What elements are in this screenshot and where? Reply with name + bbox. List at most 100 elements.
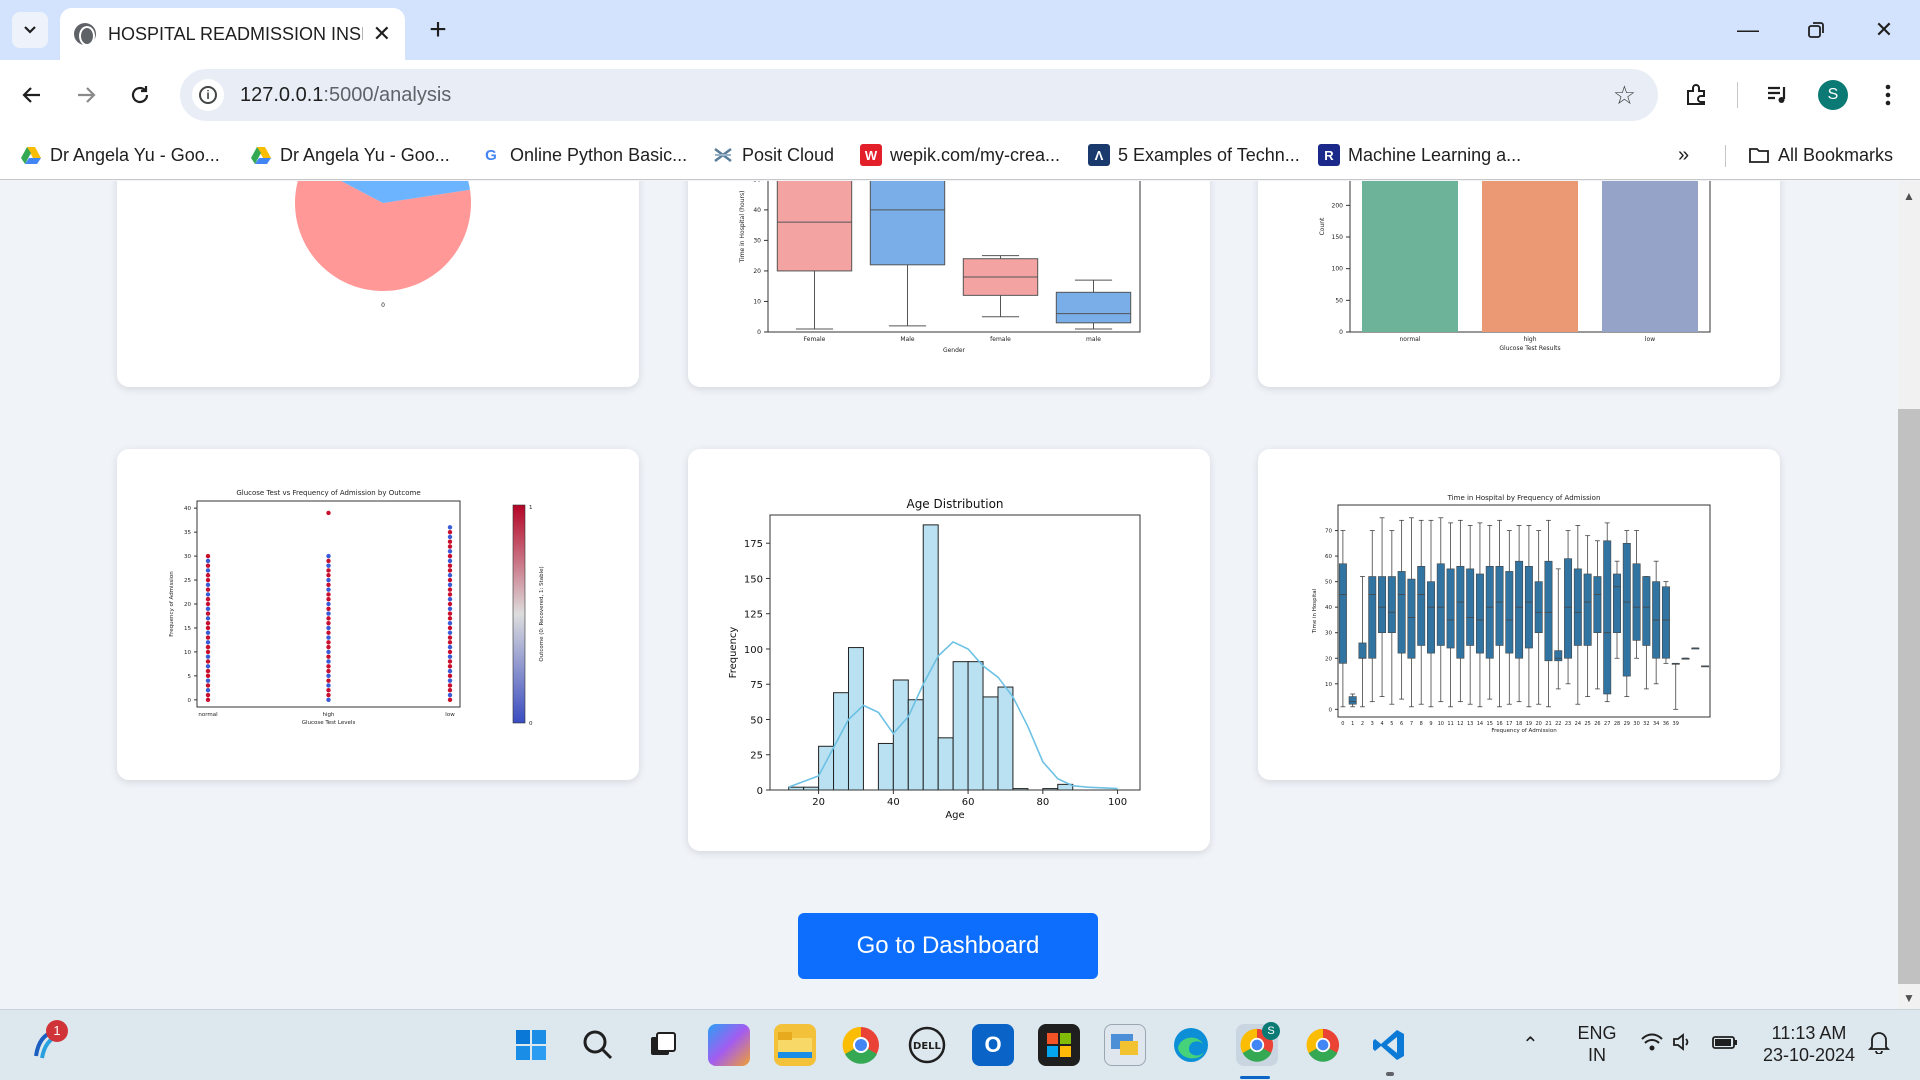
scatter-point (326, 673, 331, 679)
tab-search-button[interactable] (12, 12, 48, 48)
scatter-point (205, 640, 211, 645)
bookmark-item[interactable]: Posit Cloud (712, 140, 834, 170)
volume-icon[interactable] (1672, 1032, 1694, 1057)
dell-icon[interactable]: DELL (906, 1024, 948, 1066)
bookmark-item[interactable]: Dr Angela Yu - Goo... (250, 140, 450, 170)
y-tick-label: 50 (753, 181, 761, 183)
url-text[interactable]: 127.0.0.1:5000/analysis (240, 84, 451, 107)
time-frequency-boxplot: Time in Hospital by Frequency of Admissi… (1312, 494, 1711, 734)
chart-card-glucose-count: 050100150200250normalhighlowGlucose Test… (1258, 181, 1780, 387)
scatter-point (205, 644, 211, 650)
minimize-button[interactable]: — (1728, 10, 1768, 50)
y-tick-label: 30 (184, 554, 191, 560)
bookmark-item[interactable]: W wepik.com/my-crea... (860, 140, 1060, 170)
windows-taskbar: 1 DELL O S ⌃ ENG IN 11:13 AM 23-10-2024 (0, 1009, 1920, 1080)
x-tick-label: 24 (1575, 721, 1581, 727)
active-app-indicator (1240, 1076, 1270, 1079)
scroll-thumb[interactable] (1898, 409, 1920, 984)
scatter-point (447, 568, 453, 573)
forward-arrow-icon (78, 87, 96, 103)
vscode-icon[interactable] (1368, 1024, 1410, 1066)
search-icon[interactable] (577, 1024, 619, 1066)
bookmark-item[interactable]: G Online Python Basic... (480, 140, 687, 170)
x-tick-label: high (1523, 336, 1536, 343)
glucose-scatter-chart: Glucose Test vs Frequency of Admission b… (169, 489, 545, 727)
svg-text:DELL: DELL (913, 1041, 942, 1052)
remote-desktop-icon[interactable] (1104, 1024, 1146, 1066)
new-tab-button[interactable]: + (420, 12, 456, 48)
x-tick-label: 2 (1361, 721, 1364, 727)
x-tick-label: 3 (1371, 721, 1374, 727)
x-tick-label: 20 (812, 797, 825, 808)
x-tick-label: 27 (1604, 721, 1610, 727)
restore-button[interactable] (1796, 10, 1836, 50)
scroll-up-arrow[interactable]: ▲ (1898, 189, 1920, 203)
scatter-point (447, 534, 453, 540)
chrome-profile-t-icon[interactable] (1302, 1024, 1344, 1066)
task-view-icon[interactable] (642, 1024, 684, 1066)
chrome-icon[interactable] (840, 1024, 882, 1066)
gender-boxplot: 0 10 20 30 40 50 Female Male female male Gender Tim… (739, 181, 1141, 354)
notification-bell-icon[interactable] (1867, 1030, 1891, 1059)
battery-icon[interactable] (1712, 1032, 1738, 1057)
x-tick-label: 80 (1036, 797, 1049, 808)
scatter-point (205, 563, 211, 568)
bar (1362, 181, 1458, 332)
more-bookmarks-button[interactable]: » (1678, 140, 1689, 170)
copilot-icon[interactable] (708, 1024, 750, 1066)
histogram-bar (937, 737, 954, 791)
scatter-point (326, 606, 331, 611)
forward-button[interactable] (66, 75, 106, 115)
all-bookmarks-button[interactable]: All Bookmarks (1748, 140, 1893, 170)
scroll-down-arrow[interactable]: ▼ (1898, 991, 1920, 1005)
language-indicator[interactable]: ENG IN (1572, 1022, 1622, 1066)
microsoft-store-icon[interactable] (1038, 1024, 1080, 1066)
wifi-icon[interactable] (1640, 1032, 1664, 1057)
x-tick-label: low (445, 712, 455, 718)
ml-icon: R (1318, 144, 1340, 166)
show-hidden-icons-button[interactable]: ⌃ (1522, 1032, 1539, 1057)
address-bar[interactable]: i 127.0.0.1:5000/analysis ☆ (180, 69, 1658, 121)
profile-avatar[interactable]: S (1818, 80, 1848, 110)
box-body (1573, 568, 1582, 646)
edge-icon[interactable] (1170, 1024, 1212, 1066)
y-tick-label: 0 (1339, 329, 1343, 336)
clock[interactable]: 11:13 AM 23-10-2024 (1754, 1022, 1864, 1066)
media-controls-button[interactable] (1758, 75, 1798, 115)
box-body (869, 181, 946, 266)
x-tick-label: Female (804, 336, 826, 343)
outlook-icon[interactable]: O (972, 1024, 1014, 1066)
active-tab[interactable]: HOSPITAL READMISSION INSIGHTS ✕ (60, 8, 405, 60)
scatter-point (447, 668, 453, 674)
box-body (1436, 563, 1445, 646)
box-body (1534, 581, 1543, 634)
bookmark-star-icon[interactable]: ☆ (1613, 80, 1636, 111)
scatter-point (326, 597, 331, 602)
site-info-button[interactable]: i (192, 79, 224, 111)
back-arrow-icon (22, 87, 40, 103)
chrome-menu-button[interactable] (1868, 75, 1908, 115)
close-window-button[interactable]: ✕ (1864, 10, 1904, 50)
bookmark-item[interactable]: Dr Angela Yu - Goo... (20, 140, 220, 170)
bookmark-item[interactable]: Λ 5 Examples of Techn... (1088, 140, 1300, 170)
kebab-menu-icon (1885, 84, 1891, 106)
go-to-dashboard-button[interactable]: Go to Dashboard (798, 913, 1098, 979)
chart-title: Glucose Test vs Frequency of Admission b… (236, 489, 420, 497)
x-tick-label: 0 (1341, 721, 1344, 727)
colorbar-label: Outcome (0: Recovered, 1: Stable) (539, 566, 545, 661)
reload-button[interactable] (120, 75, 160, 115)
windows-start-icon[interactable] (510, 1024, 552, 1066)
x-tick-label: 30 (1633, 721, 1639, 727)
x-tick-label: 26 (1594, 721, 1600, 727)
y-axis-label: Time in Hospital (hours) (739, 191, 746, 264)
extensions-button[interactable] (1676, 75, 1716, 115)
page-scrollbar[interactable]: ▲ ▼ (1898, 181, 1920, 1009)
scatter-point (205, 635, 211, 640)
x-tick-label: 22 (1555, 721, 1561, 727)
scatter-point (447, 587, 453, 592)
close-tab-icon[interactable]: ✕ (373, 21, 391, 47)
back-button[interactable] (12, 75, 52, 115)
bookmark-item[interactable]: R Machine Learning a... (1318, 140, 1521, 170)
y-tick-label: 30 (1325, 631, 1332, 637)
file-explorer-icon[interactable] (774, 1024, 816, 1066)
